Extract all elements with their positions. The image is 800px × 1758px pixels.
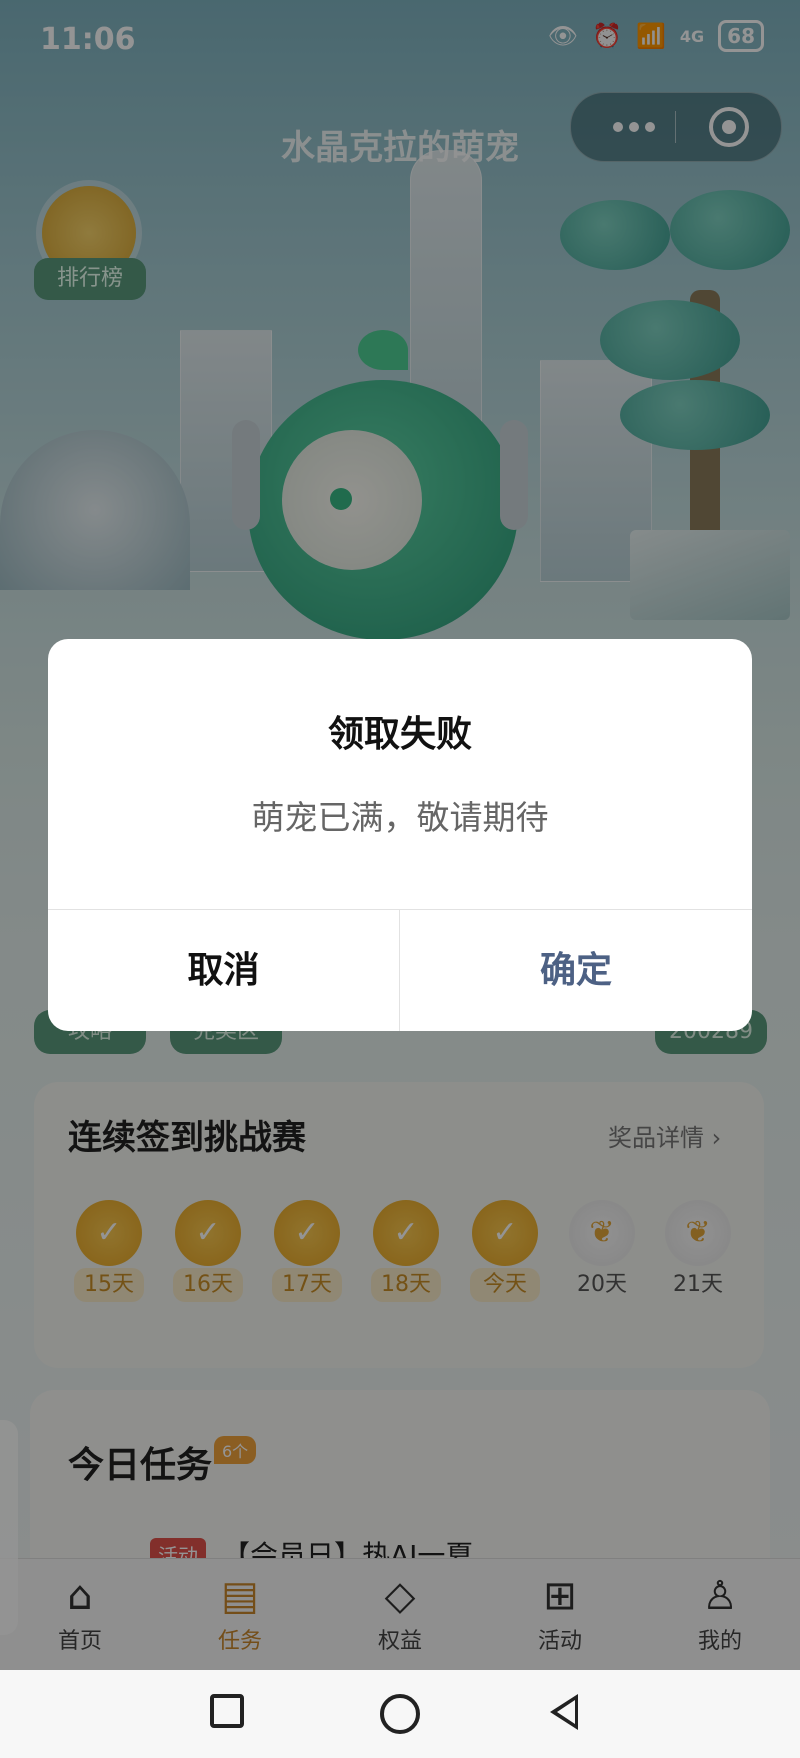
back-triangle-icon xyxy=(550,1694,578,1730)
circle-icon xyxy=(380,1694,420,1734)
cancel-button[interactable]: 取消 xyxy=(48,910,399,1031)
system-nav-bar xyxy=(0,1670,800,1758)
confirm-button[interactable]: 确定 xyxy=(400,910,752,1031)
dialog-message: 萌宠已满，敬请期待 xyxy=(251,798,549,837)
recent-apps-button[interactable] xyxy=(210,1694,250,1734)
home-button[interactable] xyxy=(380,1694,420,1734)
dialog-title: 领取失败 xyxy=(327,714,472,755)
back-button[interactable] xyxy=(550,1694,590,1734)
claim-failed-dialog: 领取失败 萌宠已满，敬请期待 取消 确定 xyxy=(48,639,752,1031)
square-icon xyxy=(210,1694,244,1728)
